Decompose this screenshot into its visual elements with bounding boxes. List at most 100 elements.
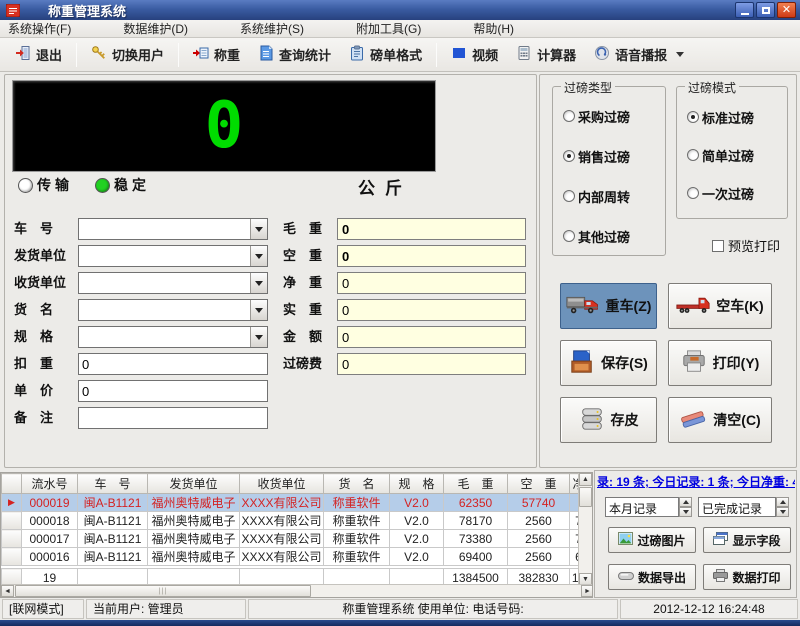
vertical-scroll-thumb[interactable] [579, 487, 592, 507]
menu-extra-tools[interactable]: 附加工具(G) [356, 20, 421, 37]
close-icon[interactable]: ✕ [777, 2, 796, 18]
price-label: 单 价 [14, 380, 76, 402]
horizontal-scroll-thumb[interactable]: ||| [15, 585, 311, 597]
weigh-photo-button[interactable]: 过磅图片 [608, 527, 696, 553]
spin-up-icon[interactable] [679, 497, 692, 507]
maximize-icon[interactable] [756, 2, 775, 18]
chevron-down-icon[interactable] [676, 52, 684, 57]
checkbox-icon [712, 240, 724, 252]
fee-field [337, 353, 526, 375]
scroll-left-icon[interactable]: ◄ [1, 585, 14, 597]
records-table: 流水号 车 号 发货单位 收货单位 货 名 规 格 毛 重 空 重 净 ▶ 00… [1, 473, 588, 587]
show-fields-button[interactable]: 显示字段 [703, 527, 791, 553]
vertical-scrollbar[interactable]: ▲ ▼ [578, 473, 592, 586]
truck-loaded-icon [566, 294, 600, 319]
price-input[interactable] [78, 380, 268, 402]
radio-sales-weigh[interactable]: 销售过磅 [563, 148, 630, 164]
chevron-down-icon[interactable] [250, 273, 267, 293]
menu-data-maintenance[interactable]: 数据维护(D) [123, 20, 188, 37]
chevron-down-icon[interactable] [250, 246, 267, 266]
deduct-input[interactable] [78, 353, 268, 375]
window-bottom-border [0, 620, 800, 626]
horizontal-scrollbar[interactable]: ◄ ||| ► [1, 584, 593, 597]
chevron-down-icon[interactable] [250, 219, 267, 239]
menu-system-maintenance[interactable]: 系统维护(S) [240, 20, 304, 37]
exit-button[interactable]: 退出 [6, 41, 71, 68]
period-filter[interactable]: 本月记录 [605, 497, 692, 517]
radio-icon [687, 149, 699, 161]
spec-combo[interactable] [78, 326, 268, 348]
scroll-up-icon[interactable]: ▲ [579, 473, 592, 486]
print-button[interactable]: 打印(Y) [668, 340, 772, 386]
table-row[interactable]: 000018 闽A-B1121 福州奥特威电子 XXXX有限公司 称重软件 V2… [2, 512, 588, 530]
spin-up-icon[interactable] [776, 497, 789, 507]
ticket-format-button[interactable]: 磅单格式 [340, 41, 431, 68]
preview-print-checkbox[interactable]: 预览打印 [712, 238, 780, 253]
menu-system-operation[interactable]: 系统操作(F) [8, 20, 71, 37]
menu-bar: 系统操作(F) 数据维护(D) 系统维护(S) 附加工具(G) 帮助(H) [0, 20, 800, 38]
chevron-down-icon[interactable] [250, 300, 267, 320]
weigh-type-title: 过磅类型 [561, 79, 615, 96]
spin-down-icon[interactable] [776, 507, 789, 517]
table-row[interactable]: 000016 闽A-B1121 福州奥特威电子 XXXX有限公司 称重软件 V2… [2, 548, 588, 566]
remark-input[interactable] [78, 407, 268, 429]
empty-vehicle-button[interactable]: 空车(K) [668, 283, 772, 329]
radio-other-weigh[interactable]: 其他过磅 [563, 228, 630, 244]
receiver-combo[interactable] [78, 272, 268, 294]
goods-label: 货 名 [14, 299, 76, 321]
heavy-vehicle-button[interactable]: 重车(Z) [560, 283, 657, 329]
toolbar-separator [76, 43, 77, 67]
radio-checked-icon [687, 111, 699, 123]
stable-lamp-icon [95, 178, 110, 193]
scroll-right-icon[interactable]: ► [581, 585, 593, 597]
ticket-format-icon [349, 45, 365, 64]
print-icon [681, 349, 707, 378]
radio-standard-weigh[interactable]: 标准过磅 [687, 109, 754, 125]
toolbar-separator [436, 43, 437, 67]
save-button[interactable]: 保存(S) [560, 340, 657, 386]
switch-user-button[interactable]: 切换用户 [82, 41, 173, 68]
store-tare-button[interactable]: 存皮 [560, 397, 657, 443]
radio-once-weigh[interactable]: 一次过磅 [687, 185, 754, 201]
radio-simple-weigh[interactable]: 简单过磅 [687, 147, 754, 163]
sender-combo[interactable] [78, 245, 268, 267]
query-stats-button[interactable]: 查询统计 [249, 41, 340, 68]
radio-internal-transfer[interactable]: 内部周转 [563, 188, 630, 204]
main-area: 0 传输 稳定 公斤 车 号 发货单位 收货单位 货 名 规 格 扣 重 单 价… [0, 72, 800, 470]
calculator-button[interactable]: 计算器 [507, 41, 585, 68]
goods-combo[interactable] [78, 299, 268, 321]
table-row[interactable]: ▶ 000019 闽A-B1121 福州奥特威电子 XXXX有限公司 称重软件 … [2, 494, 588, 512]
data-print-button[interactable]: 数据打印 [703, 564, 791, 590]
receiver-label: 收货单位 [14, 272, 76, 294]
video-button[interactable]: 视频 [442, 41, 507, 68]
table-row[interactable]: 000017 闽A-B1121 福州奥特威电子 XXXX有限公司 称重软件 V2… [2, 530, 588, 548]
chevron-down-icon[interactable] [250, 327, 267, 347]
voice-icon [594, 45, 610, 64]
spinner [679, 497, 692, 517]
vehicle-no-combo[interactable] [78, 218, 268, 240]
radio-purchase-weigh[interactable]: 采购过磅 [563, 108, 630, 124]
minimize-icon[interactable] [735, 2, 754, 18]
records-marquee: 录: 19 条; 今日记录: 1 条; 今日净重: 40 [597, 473, 795, 489]
datetime-status: 2012-12-12 16:24:48 [620, 599, 798, 619]
spin-down-icon[interactable] [679, 507, 692, 517]
actual-label: 实 重 [283, 299, 335, 321]
toolbar: 退出 切换用户 称重 查询统计 磅单格式 视频 计算器 [0, 38, 800, 72]
data-export-button[interactable]: 数据导出 [608, 564, 696, 590]
calculator-icon [516, 45, 532, 64]
tare-label: 空 重 [283, 245, 335, 267]
weigh-button[interactable]: 称重 [184, 41, 249, 68]
status-filter[interactable]: 已完成记录 [698, 497, 789, 517]
vehicle-no-label: 车 号 [14, 218, 76, 240]
query-stats-icon [258, 45, 274, 64]
menu-help[interactable]: 帮助(H) [473, 20, 514, 37]
window-title: 称重管理系统 [48, 1, 126, 20]
tare-field [337, 245, 526, 267]
weigh-icon [193, 45, 209, 64]
fee-label: 过磅费 [283, 353, 335, 375]
clear-button[interactable]: 清空(C) [668, 397, 772, 443]
voice-broadcast-button[interactable]: 语音播报 [585, 41, 693, 68]
spec-label: 规 格 [14, 326, 76, 348]
network-mode-status: [联网模式] [2, 599, 84, 619]
weigh-mode-title: 过磅模式 [685, 79, 739, 96]
